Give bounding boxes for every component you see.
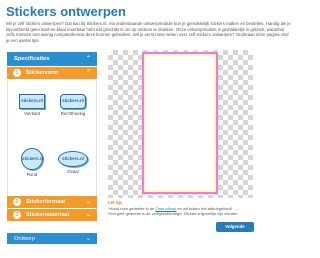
oval-sticker-icon: stickers.nl — [58, 151, 88, 167]
next-step-button[interactable]: Volgende onderdeel — [216, 222, 254, 239]
note-line-2: *Het gele gedeelte is de veiligheidsmarg… — [108, 211, 239, 216]
shape-option-rechthoekig[interactable]: stickers.nl Rechthoekig — [54, 94, 92, 116]
chevron-down-icon: ⌄ — [85, 212, 91, 218]
shape-option-rond[interactable]: stickers.nl Rond — [13, 148, 51, 177]
sticker-print-area — [146, 56, 214, 190]
shape-option-vierkant[interactable]: stickers.nl Vierkant — [13, 94, 51, 116]
step-label: Stickerformaat — [26, 199, 66, 205]
step-number: 2 — [13, 198, 21, 206]
intro-text: Wil je zelf stickers ontwerpen? Dat kan … — [6, 21, 291, 43]
chevron-down-icon: ⌄ — [85, 236, 91, 242]
design-section-header[interactable]: Ontwerp ⌄ — [7, 233, 97, 244]
page-title: Stickers ontwerpen — [6, 4, 126, 19]
step-label: Stickervorm — [26, 70, 59, 76]
shape-option-ovaal[interactable]: stickers.nl Ovaal — [54, 151, 92, 174]
round-sticker-icon: stickers.nl — [21, 148, 44, 170]
step-stickervorm[interactable]: 1 Stickervorm ⌃ — [7, 67, 97, 79]
shape-label: Rond — [26, 172, 38, 177]
note-title: Let op: — [108, 200, 123, 205]
step-number: 3 — [13, 211, 21, 219]
chevron-up-icon: ⌃ — [85, 70, 91, 76]
shape-label: Vierkant — [23, 111, 41, 116]
sticker-preview[interactable] — [142, 52, 218, 194]
design-section-label: Ontwerp — [14, 236, 36, 242]
square-sticker-icon: stickers.nl — [19, 94, 45, 109]
specifications-header[interactable]: Specificaties ⌃ — [7, 52, 97, 66]
specifications-header-label: Specificaties — [14, 56, 50, 62]
shape-label: Ovaal — [67, 169, 79, 174]
specifications-sidebar: Specificaties ⌃ 1 Stickervorm ⌃ stickers… — [7, 52, 97, 244]
step-number: 1 — [13, 69, 21, 77]
step-label: Stickermateriaal — [26, 212, 70, 218]
chevron-down-icon: ⌄ — [85, 199, 91, 205]
shape-label: Rechthoekig — [60, 111, 86, 116]
step-stickerformaat[interactable]: 2 Stickerformaat ⌄ — [7, 196, 97, 208]
chevron-up-icon: ⌃ — [85, 56, 91, 62]
rectangle-sticker-icon: stickers.nl — [60, 94, 86, 109]
step-stickermateriaal[interactable]: 3 Stickermateriaal ⌄ — [7, 209, 97, 221]
